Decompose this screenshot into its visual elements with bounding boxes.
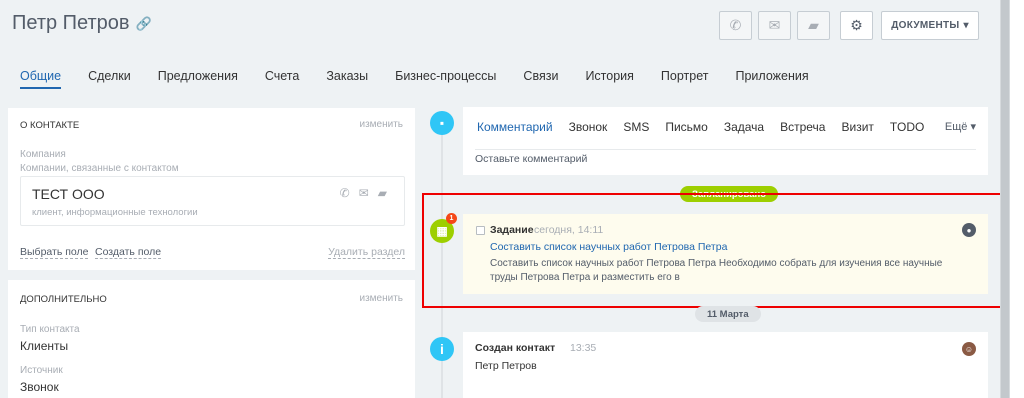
phone-icon[interactable]: ✆ [340, 186, 350, 200]
more-menu[interactable]: Ещё ▾ [945, 120, 976, 133]
editor-tab-comment[interactable]: Комментарий [477, 120, 553, 134]
editor-tab-meeting[interactable]: Встреча [780, 120, 825, 134]
tab-quotes[interactable]: Предложения [158, 69, 238, 89]
main-tabs: Общие Сделки Предложения Счета Заказы Би… [20, 69, 836, 89]
more-label: Ещё [944, 121, 968, 133]
delete-section-link[interactable]: Удалить раздел [328, 246, 405, 259]
gear-icon: ⚙ [850, 17, 863, 33]
documents-label: ДОКУМЕНТЫ [891, 20, 960, 31]
edit-link[interactable]: изменить [359, 119, 403, 130]
tab-applications[interactable]: Приложения [735, 69, 808, 89]
tab-history[interactable]: История [585, 69, 633, 89]
company-description: клиент, информационные технологии [32, 207, 198, 218]
select-field-link[interactable]: Выбрать поле [20, 246, 89, 259]
tab-general[interactable]: Общие [20, 69, 62, 89]
link-icon[interactable]: 🔗 [136, 16, 152, 32]
editor-tab-call[interactable]: Звонок [569, 120, 608, 134]
editor-tabs: Комментарий Звонок SMS Письмо Задача Вст… [477, 120, 940, 134]
right-edge [1010, 0, 1024, 398]
editor-tab-email[interactable]: Письмо [665, 120, 708, 134]
company-card[interactable]: ТЕСТ ООО клиент, информационные технолог… [20, 176, 405, 226]
scrollbar[interactable] [1000, 0, 1010, 398]
chat-icon: ▰ [808, 17, 819, 33]
company-sub-label: Компании, связанные с контактом [20, 163, 179, 174]
panel-title: О КОНТАКТЕ [20, 120, 80, 131]
date-badge: 11 Марта [695, 306, 761, 322]
create-field-link[interactable]: Создать поле [95, 246, 162, 259]
highlight-box [422, 193, 1019, 308]
mail-icon: ✉ [768, 17, 781, 33]
info-icon: i [430, 337, 454, 361]
panel-title: ДОПОЛНИТЕЛЬНО [20, 294, 107, 305]
editor-tab-sms[interactable]: SMS [623, 120, 649, 134]
mail-button[interactable]: ✉ [758, 11, 791, 40]
chevron-down-icon: ▾ [963, 20, 969, 31]
tab-relations[interactable]: Связи [523, 69, 558, 89]
source-label: Источник [20, 365, 63, 376]
activity-editor: Комментарий Звонок SMS Письмо Задача Вст… [463, 107, 988, 175]
chat-button[interactable]: ▰ [797, 11, 830, 40]
company-actions: ✆ ✉ ▰ [340, 186, 387, 200]
mail-icon[interactable]: ✉ [359, 186, 369, 200]
phone-button[interactable]: ✆ [719, 11, 752, 40]
documents-button[interactable]: ДОКУМЕНТЫ ▾ [881, 11, 979, 40]
scrollbar-thumb[interactable] [1001, 0, 1009, 398]
contact-name: Петр Петров [12, 12, 130, 34]
editor-tab-task[interactable]: Задача [724, 120, 764, 134]
company-label: Компания [20, 149, 66, 160]
created-time: 13:35 [570, 342, 597, 354]
about-contact-panel: О КОНТАКТЕ изменить Компания Компании, с… [8, 108, 415, 270]
comment-input[interactable]: Оставьте комментарий [475, 153, 587, 165]
created-label: Создан контакт [475, 342, 556, 354]
comment-icon: ▪ [430, 111, 454, 135]
source-value: Звонок [20, 380, 59, 394]
created-contact-name[interactable]: Петр Петров [475, 360, 537, 372]
tab-invoices[interactable]: Счета [265, 69, 299, 89]
settings-button[interactable]: ⚙ [840, 11, 873, 40]
editor-tab-todo[interactable]: TODO [890, 120, 924, 134]
contact-type-value: Клиенты [20, 339, 69, 353]
tab-orders[interactable]: Заказы [326, 69, 368, 89]
company-name[interactable]: ТЕСТ ООО [32, 186, 105, 202]
tab-deals[interactable]: Сделки [88, 69, 131, 89]
edit-link[interactable]: изменить [359, 293, 403, 304]
chat-icon[interactable]: ▰ [378, 186, 387, 200]
phone-icon: ✆ [729, 17, 742, 33]
user-avatar-icon[interactable]: ☺ [962, 342, 976, 356]
page-title: Петр Петров 🔗 [12, 12, 152, 35]
created-contact-card: Создан контакт 13:35 Петр Петров ☺ [463, 332, 988, 398]
editor-tab-visit[interactable]: Визит [841, 120, 873, 134]
tab-portrait[interactable]: Портрет [661, 69, 709, 89]
contact-type-label: Тип контакта [20, 324, 80, 335]
comment-divider [475, 149, 976, 150]
additional-panel: ДОПОЛНИТЕЛЬНО изменить Тип контакта Клие… [8, 280, 415, 398]
tab-business-processes[interactable]: Бизнес-процессы [395, 69, 496, 89]
